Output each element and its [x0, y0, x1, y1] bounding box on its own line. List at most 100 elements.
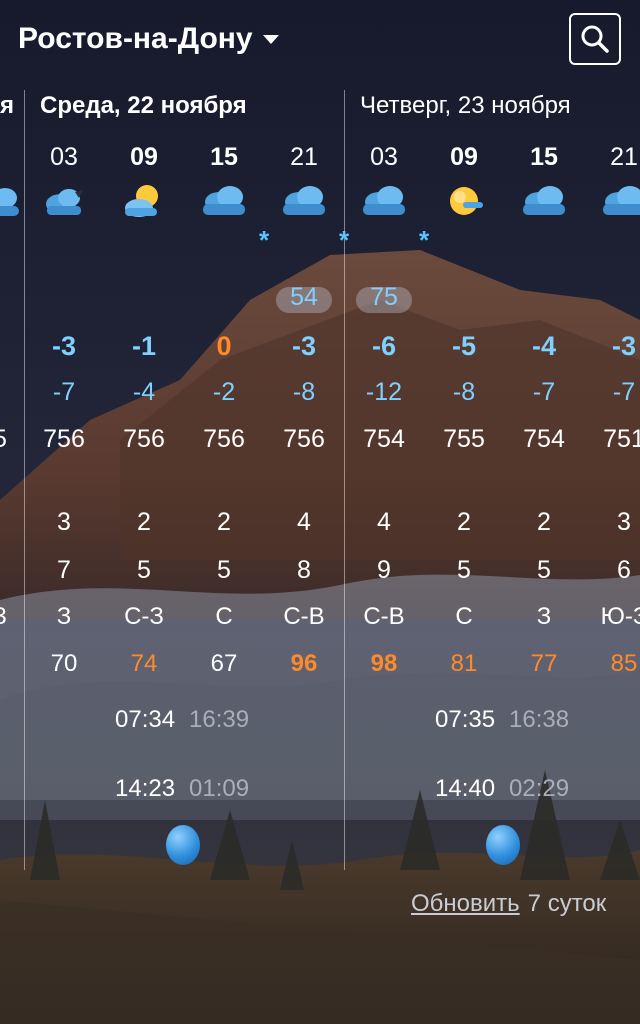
feels-like: -8 — [292, 378, 316, 406]
hour-label: 09 — [130, 143, 158, 171]
sunset-time: 16:39 — [189, 706, 250, 733]
hour-label: 03 — [50, 143, 78, 171]
moon-phase-icon — [486, 825, 520, 865]
refresh-bar: Обновить 7 суток — [411, 890, 606, 918]
moonrise-time: 14:23 — [115, 775, 176, 802]
moon-phase-icon — [166, 825, 200, 865]
wind-speed: 2 — [137, 508, 151, 536]
wind-gust: 5 — [217, 556, 231, 584]
moonset-time: 02:29 — [509, 775, 570, 802]
humidity: 96 — [290, 650, 318, 677]
cloudy-icon — [523, 186, 565, 215]
wind-direction: С-В — [363, 603, 405, 630]
feels-like: -7 — [612, 378, 636, 406]
search-icon — [581, 25, 609, 53]
day-title: Четверг, 23 ноября — [360, 92, 571, 119]
cloudy-icon — [283, 186, 325, 215]
pressure: 756 — [203, 425, 245, 453]
wind-speed: 2 — [457, 508, 471, 536]
precip-probability: 54 — [274, 283, 334, 313]
wind-direction: С-В — [283, 603, 325, 630]
temperature: -1 — [131, 331, 156, 361]
feels-like: -2 — [212, 378, 236, 406]
snow-icon: * — [418, 225, 430, 255]
hour-label: 15 — [210, 143, 238, 171]
feels-like: -12 — [365, 378, 403, 406]
cloudy-icon — [603, 186, 640, 215]
precip-probability: 75 — [354, 283, 414, 313]
sun-icon — [450, 187, 483, 215]
pressure: 756 — [123, 425, 165, 453]
day-title: Среда, 22 ноября — [40, 92, 247, 119]
wind-direction: З — [536, 603, 552, 630]
humidity: 77 — [530, 650, 558, 677]
temperature: -4 — [531, 331, 556, 361]
feels-like: -7 — [532, 378, 556, 406]
humidity: 67 — [210, 650, 238, 677]
city-selector[interactable]: Ростов-на-Дону — [18, 22, 279, 56]
sunset-time: 16:38 — [509, 706, 570, 733]
cloudy-icon — [363, 186, 405, 215]
wind-gust: 6 — [617, 556, 631, 584]
wind-direction: Ю-З — [600, 603, 640, 630]
pressure: 755 — [443, 425, 485, 453]
wind-speed: 2 — [537, 508, 551, 536]
city-name: Ростов-на-Дону — [18, 22, 253, 55]
hour-label: 03 — [370, 143, 398, 171]
day-divider — [344, 90, 345, 870]
temperature: -5 — [451, 331, 476, 361]
wind-gust: 5 — [457, 556, 471, 584]
hour-label: 15 — [530, 143, 558, 171]
wind-gust: 8 — [297, 556, 311, 584]
wind-gust: 9 — [377, 556, 391, 584]
wind-gust: 5 — [537, 556, 551, 584]
cloud-sun-icon — [125, 185, 158, 217]
sunrise-time: 07:34 — [115, 706, 176, 733]
humidity: 81 — [450, 650, 478, 677]
wind-direction: З — [56, 603, 72, 630]
hour-label: 21 — [610, 143, 638, 171]
snow-icon: * — [338, 225, 350, 255]
chevron-down-icon — [262, 34, 279, 44]
wind-speed: 3 — [617, 508, 631, 536]
temperature: -3 — [611, 331, 636, 361]
pressure: 756 — [43, 425, 85, 453]
pressure: 756 — [283, 425, 325, 453]
wind-gust: 7 — [57, 556, 71, 584]
humidity: 85 — [610, 650, 638, 677]
hour-label: 21 — [290, 143, 318, 171]
wind-speed: 2 — [217, 508, 231, 536]
temperature: -3 — [51, 331, 76, 361]
moonset-time: 01:09 — [189, 775, 250, 802]
feels-like: -4 — [132, 378, 156, 406]
wind-speed: 4 — [297, 508, 311, 536]
temperature: 0 — [216, 331, 232, 361]
humidity: 98 — [370, 650, 398, 677]
temperature: -6 — [371, 331, 396, 361]
wind-gust: 5 — [137, 556, 151, 584]
feels-like: -8 — [452, 378, 476, 406]
refresh-link[interactable]: Обновить — [411, 890, 520, 918]
hour-label: 09 — [450, 143, 478, 171]
snow-icon: * — [258, 225, 270, 255]
wind-speed: 4 — [377, 508, 391, 536]
forecast-period[interactable]: 7 суток — [528, 890, 607, 918]
temperature: -3 — [291, 331, 316, 361]
moonrise-time: 14:40 — [435, 775, 496, 802]
sunrise-time: 07:35 — [435, 706, 496, 733]
cloudy-icon — [0, 188, 19, 216]
prev-day-title-fragment: я — [0, 92, 15, 119]
humidity: 74 — [130, 650, 158, 677]
wind-direction: С — [455, 603, 473, 630]
cloud-night-icon — [46, 189, 83, 215]
search-button[interactable] — [569, 13, 621, 65]
wind-direction: С — [215, 603, 233, 630]
pressure: 754 — [363, 425, 405, 453]
humidity: 70 — [50, 650, 78, 677]
pressure: 751 — [603, 425, 640, 453]
wind-speed: 3 — [57, 508, 71, 536]
feels-like: -7 — [52, 378, 76, 406]
wind-direction: С-З — [124, 603, 164, 630]
pressure: 754 — [523, 425, 565, 453]
cloudy-icon — [203, 186, 245, 215]
